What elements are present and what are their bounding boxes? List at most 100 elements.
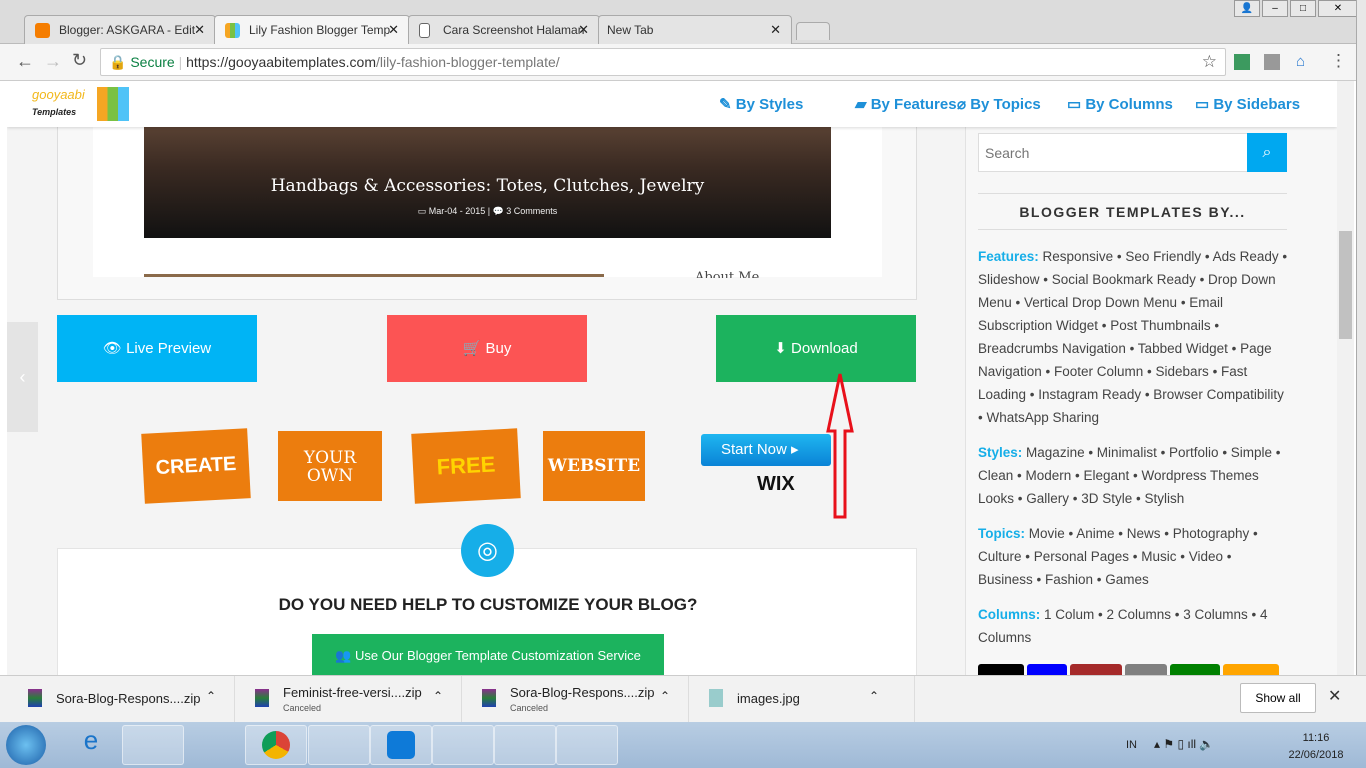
features-list: Features: Responsive • Seo Friendly • Ad… xyxy=(978,249,1288,425)
color-swatch[interactable] xyxy=(1170,664,1220,675)
download-item[interactable]: Sora-Blog-Respons....zip ⌃ xyxy=(8,676,235,723)
show-all-button[interactable]: Show all xyxy=(1240,683,1316,713)
nav-by-columns[interactable]: ▭ By Columns xyxy=(1067,95,1173,113)
post-title[interactable]: Handbags & Accessories: Totes, Clutches,… xyxy=(144,176,831,196)
photo-viewer-icon[interactable] xyxy=(494,725,556,765)
file-explorer-icon[interactable] xyxy=(122,725,184,765)
template-categories: Features: Responsive • Seo Friendly • Ad… xyxy=(978,245,1290,661)
prev-template-arrow[interactable]: ‹ xyxy=(7,322,38,432)
tab-new-tab[interactable]: New Tab ✕ xyxy=(598,15,792,44)
close-icon[interactable]: ✕ xyxy=(578,22,589,38)
nav-by-topics[interactable]: ⌀ By Topics xyxy=(957,95,1041,113)
nav-by-features[interactable]: ▰ By Features xyxy=(855,95,957,113)
download-shelf: Sora-Blog-Respons....zip ⌃ Feminist-free-v… xyxy=(0,675,1366,723)
archive-file-icon xyxy=(482,689,496,707)
page-scrollbar[interactable] xyxy=(1337,81,1354,675)
clock[interactable]: 11:16 22/06/2018 xyxy=(1286,730,1346,764)
post-thumbnail xyxy=(144,274,604,277)
tab-lily-fashion[interactable]: Lily Fashion Blogger Temp ✕ xyxy=(214,15,410,45)
download-filename: Sora-Blog-Respons....zip xyxy=(510,685,655,700)
download-status: Canceled xyxy=(510,703,549,713)
tab-blogger[interactable]: Blogger: ASKGARA - Edit ✕ xyxy=(24,15,216,44)
color-swatch[interactable] xyxy=(978,664,1024,675)
nav-by-sidebars[interactable]: ▭ By Sidebars xyxy=(1195,95,1300,113)
close-icon[interactable]: ✕ xyxy=(770,22,781,38)
buy-button[interactable]: 🛒 Buy xyxy=(387,315,587,382)
download-button[interactable]: ⬇ Download xyxy=(716,315,916,382)
search-extension-icon[interactable] xyxy=(1264,54,1280,70)
internet-explorer-icon[interactable]: e xyxy=(60,725,122,765)
live-preview-button[interactable]: 👁 Live Preview xyxy=(57,315,257,382)
new-tab-button[interactable] xyxy=(796,22,830,40)
blogger-icon xyxy=(35,23,50,38)
start-now-button[interactable]: Start Now ▸ xyxy=(701,434,831,466)
color-swatch[interactable] xyxy=(1223,664,1279,675)
close-shelf-icon[interactable]: ✕ xyxy=(1328,686,1341,706)
color-swatch[interactable] xyxy=(1125,664,1167,675)
document-icon[interactable] xyxy=(556,725,618,765)
about-me-heading: About Me xyxy=(695,270,760,278)
start-button[interactable] xyxy=(6,725,46,765)
bookmark-star-icon[interactable]: ☆ xyxy=(1202,52,1217,72)
wix-ad-banner[interactable]: CREATE YOUR OWN FREE WEBSITE Start Now ▸… xyxy=(141,427,831,507)
word-icon[interactable] xyxy=(432,725,494,765)
language-indicator[interactable]: IN xyxy=(1126,739,1137,751)
reload-button[interactable]: ↻ xyxy=(72,50,87,71)
sidebar-heading: BLOGGER TEMPLATES BY... xyxy=(978,193,1287,230)
logo-mark xyxy=(97,87,129,121)
close-icon[interactable]: ✕ xyxy=(388,22,399,38)
color-swatches xyxy=(978,664,1279,675)
download-item[interactable]: Sora-Blog-Respons....zip Canceled ⌃ xyxy=(462,676,689,723)
lifebuoy-icon: ◎ xyxy=(461,524,514,577)
home-icon[interactable]: ⌂ xyxy=(1296,53,1305,70)
download-filename: Feminist-free-versi....zip xyxy=(283,685,422,700)
teamviewer-icon[interactable] xyxy=(370,725,432,765)
tray-icons[interactable]: ▴ ⚑ ▯ ıll 🔈 xyxy=(1154,737,1214,751)
window-scrollbar xyxy=(1356,0,1366,675)
address-bar[interactable]: 🔒 Secure | https://gooyaabitemplates.com… xyxy=(100,48,1226,76)
chevron-up-icon[interactable]: ⌃ xyxy=(206,689,216,703)
site-logo[interactable]: gooyaabi Templates xyxy=(32,87,90,120)
color-swatch[interactable] xyxy=(1070,664,1122,675)
web-page: gooyaabi Templates ✎ By Styles ▰ By Featu… xyxy=(7,81,1337,675)
tab-strip: Blogger: ASKGARA - Edit ✕ Lily Fashion Bl… xyxy=(0,0,1366,45)
scrollbar-thumb[interactable] xyxy=(1339,231,1352,339)
back-button[interactable]: ← xyxy=(16,51,34,72)
post-meta: ▭ Mar-04 - 2015 | 💬 3 Comments xyxy=(417,206,558,216)
lock-icon: 🔒 xyxy=(109,54,127,70)
forward-button[interactable]: → xyxy=(44,51,62,72)
topics-list: Topics: Movie • Anime • News • Photograp… xyxy=(978,526,1258,587)
maximize-button[interactable]: □ xyxy=(1290,0,1316,17)
tab-cara-screenshot[interactable]: Cara Screenshot Halaman ✕ xyxy=(408,15,600,44)
chevron-up-icon[interactable]: ⌃ xyxy=(433,689,443,703)
minimize-button[interactable]: – xyxy=(1262,0,1288,17)
customization-service-button[interactable]: 👥 Use Our Blogger Template Customization… xyxy=(312,634,664,675)
nav-by-styles[interactable]: ✎ By Styles xyxy=(719,95,803,113)
media-player-icon[interactable] xyxy=(180,725,242,765)
close-icon[interactable]: ✕ xyxy=(194,22,205,38)
help-title: DO YOU NEED HELP TO CUSTOMIZE YOUR BLOG? xyxy=(278,595,698,614)
search-button[interactable]: ⌕ xyxy=(1247,133,1287,172)
extension-icon[interactable] xyxy=(1234,54,1250,70)
columns-list: Columns: 1 Colum • 2 Columns • 3 Columns… xyxy=(978,607,1268,645)
menu-icon[interactable]: ⋮ xyxy=(1330,51,1347,71)
color-swatch[interactable] xyxy=(1027,664,1067,675)
download-status: Canceled xyxy=(283,703,322,713)
chrome-icon[interactable] xyxy=(245,725,307,765)
download-filename: Sora-Blog-Respons....zip xyxy=(56,691,201,706)
image-file-icon xyxy=(709,689,723,707)
chevron-up-icon[interactable]: ⌃ xyxy=(869,689,879,703)
archive-file-icon xyxy=(28,689,42,707)
styles-list: Styles: Magazine • Minimalist • Portfoli… xyxy=(978,445,1281,506)
user-icon[interactable]: 👤 xyxy=(1234,0,1260,17)
close-window-button[interactable]: ✕ xyxy=(1318,0,1358,17)
search-input[interactable] xyxy=(978,133,1248,172)
sidebar: ⌕ BLOGGER TEMPLATES BY... Features: Resp… xyxy=(965,127,1337,675)
windows-taskbar: e IN ▴ ⚑ ▯ ıll 🔈 11:16 22/06/2018 xyxy=(0,722,1366,768)
download-item[interactable]: Feminist-free-versi....zip Canceled ⌃ xyxy=(235,676,462,723)
archive-file-icon xyxy=(255,689,269,707)
winrar-icon[interactable] xyxy=(308,725,370,765)
download-item[interactable]: images.jpg ⌃ xyxy=(689,676,915,723)
chevron-up-icon[interactable]: ⌃ xyxy=(660,689,670,703)
wix-logo: WIX xyxy=(757,473,795,495)
